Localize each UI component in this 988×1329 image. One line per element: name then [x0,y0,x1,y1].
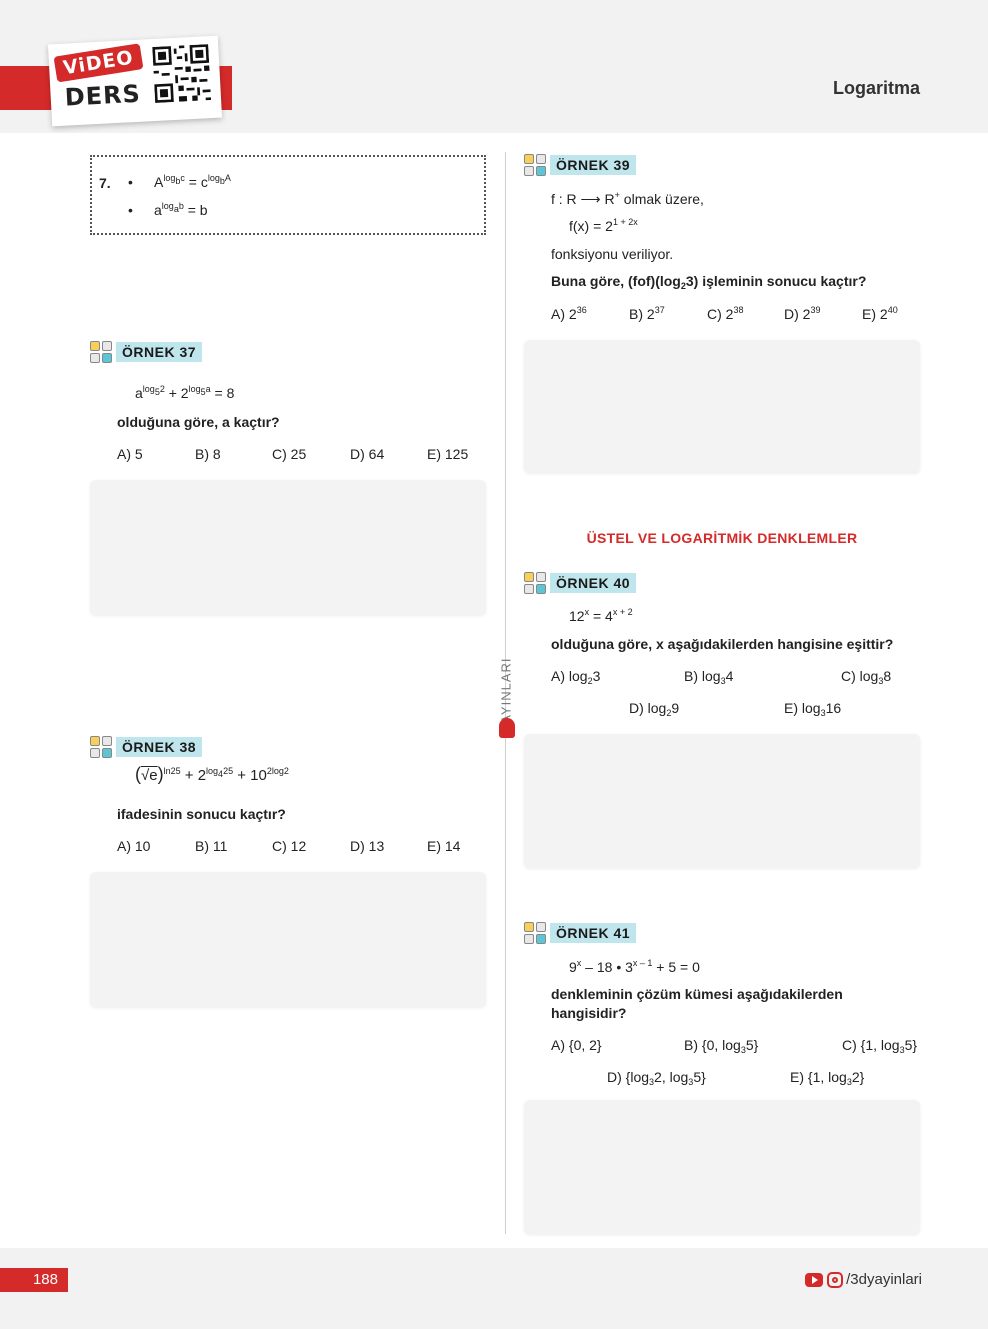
social-handle[interactable]: /3dyayinlari [846,1271,922,1288]
choice-d[interactable]: D) 64 [350,446,384,462]
example-grid-icon [90,736,112,758]
choice-d[interactable]: D) {log32, log35} [607,1069,706,1087]
example-40-header: ÖRNEK 40 [524,572,637,594]
social-links[interactable]: /3dyayinlari [805,1271,922,1288]
choice-d[interactable]: D) log29 [629,700,679,718]
video-label: ViDEO [53,43,144,83]
example-grid-icon [90,341,112,363]
example-40-equation: 12x = 4x + 2 [569,607,633,624]
choice-c[interactable]: C) 12 [272,838,306,854]
choice-a[interactable]: A) {0, 2} [551,1037,602,1053]
choice-e[interactable]: E) {1, log32} [790,1069,864,1087]
choice-b[interactable]: B) 11 [195,838,227,854]
solution-area-39[interactable] [524,340,920,473]
example-40-question: olduğuna göre, x aşağıdakilerden hangisi… [551,636,894,652]
solution-area-38[interactable] [90,872,486,1007]
instagram-icon[interactable] [827,1271,844,1288]
solution-area-40[interactable] [524,734,920,868]
rule-box-7: 7. • Alogbc = clogbA • alogab = b [90,155,486,235]
choice-b[interactable]: B) {0, log35} [684,1037,758,1055]
example-37-equation: alog52 + 2log5a = 8 [135,384,235,401]
example-39-question: Buna göre, (fof)(log23) işleminin sonucu… [551,273,867,291]
example-41-equation: 9x – 18 • 3x – 1 + 5 = 0 [569,958,700,975]
example-label: ÖRNEK 39 [550,155,637,175]
example-38-question: ifadesinin sonucu kaçtır? [117,806,286,822]
choice-d[interactable]: D) 13 [350,838,384,854]
example-label: ÖRNEK 37 [116,342,203,362]
example-grid-icon [524,922,546,944]
example-41-question-line1: denkleminin çözüm kümesi aşağıdakilerden [551,986,843,1002]
choice-e[interactable]: E) 240 [862,305,898,322]
publisher-logo-icon [499,718,515,738]
choice-a[interactable]: A) 236 [551,305,587,322]
example-grid-icon [524,572,546,594]
choice-a[interactable]: A) 5 [117,446,143,462]
choice-c[interactable]: C) {1, log35} [842,1037,917,1055]
choice-e[interactable]: E) log316 [784,700,841,718]
chapter-title: Logaritma [832,78,920,98]
example-39-function: f(x) = 21 + 2x [569,217,638,234]
qr-code-icon[interactable] [152,44,212,103]
example-label: ÖRNEK 40 [550,573,637,593]
section-title: ÜSTEL VE LOGARİTMİK DENKLEMLER [586,530,858,546]
choice-b[interactable]: B) 8 [195,446,221,462]
ders-label: DERS [64,79,142,112]
choice-b[interactable]: B) log34 [684,668,733,686]
bullet: • [128,174,133,190]
choice-e[interactable]: E) 14 [427,838,460,854]
rule-2: • alogab = b [128,201,208,218]
bullet: • [128,202,133,218]
choice-c[interactable]: C) log38 [841,668,891,686]
example-41-header: ÖRNEK 41 [524,922,637,944]
example-39-line3: fonksiyonu veriliyor. [551,246,674,262]
choice-a[interactable]: A) 10 [117,838,150,854]
example-41-question-line2: hangisidir? [551,1005,627,1021]
example-37-question: olduğuna göre, a kaçtır? [117,414,280,430]
example-label: ÖRNEK 41 [550,923,637,943]
choice-d[interactable]: D) 239 [784,305,820,322]
choice-c[interactable]: C) 238 [707,305,743,322]
choice-a[interactable]: A) log23 [551,668,600,686]
solution-area-37[interactable] [90,480,486,615]
example-38-equation: (√e)ln25 + 2log425 + 102log2 [135,764,289,784]
solution-area-41[interactable] [524,1100,920,1234]
example-39-line1: f : R ⟶ R+ olmak üzere, [551,190,704,207]
choice-e[interactable]: E) 125 [427,446,468,462]
example-39-header: ÖRNEK 39 [524,154,637,176]
rule-number: 7. [99,175,111,191]
choice-c[interactable]: C) 25 [272,446,306,462]
rule-1: • Alogbc = clogbA [128,173,231,190]
page-footer [0,1248,988,1329]
example-37-header: ÖRNEK 37 [90,341,203,363]
youtube-icon[interactable] [805,1272,824,1287]
choice-b[interactable]: B) 237 [629,305,665,322]
example-38-header: ÖRNEK 38 [90,736,203,758]
example-grid-icon [524,154,546,176]
example-label: ÖRNEK 38 [116,737,203,757]
video-ders-badge[interactable]: ViDEO DERS [47,35,223,127]
page-number: 188 [0,1268,68,1292]
